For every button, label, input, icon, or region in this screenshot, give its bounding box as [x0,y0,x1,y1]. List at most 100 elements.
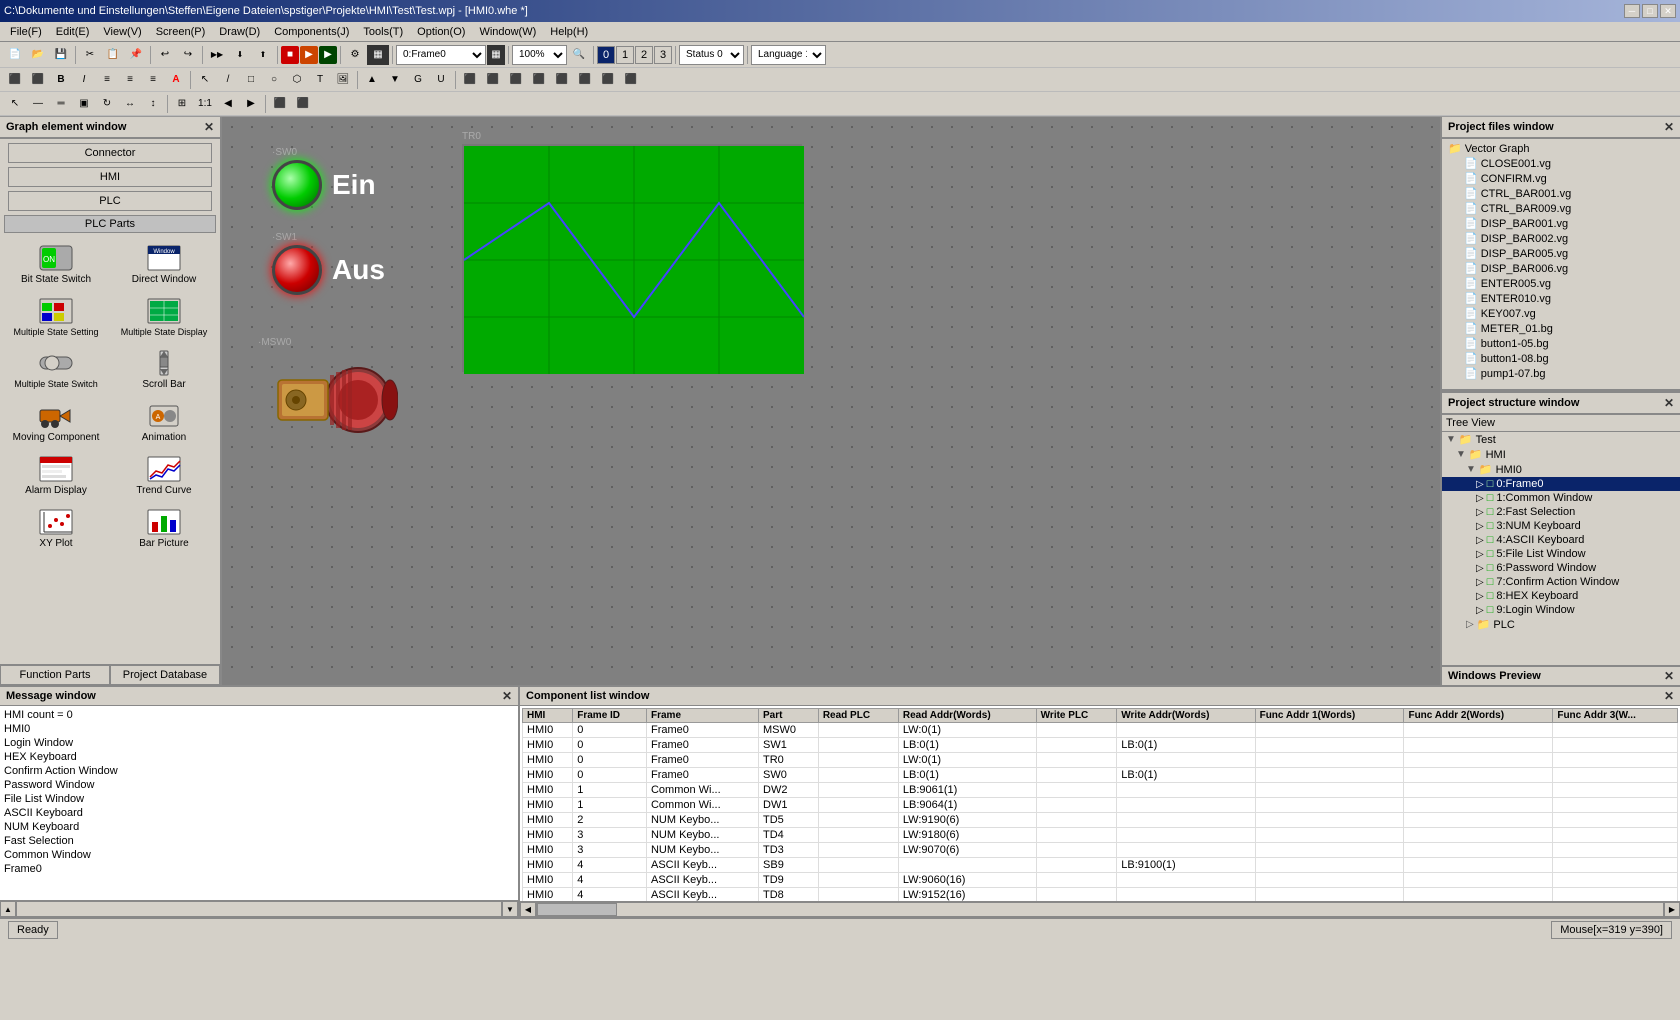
component-window-close[interactable]: ✕ [1664,689,1674,703]
simulate-btn[interactable]: ■ [281,46,299,64]
pointer-btn[interactable]: ↖ [4,94,26,114]
table-row[interactable]: HMI01Common Wi...DW1LB:9064(1) [523,798,1678,813]
draw-polygon[interactable]: ⬡ [286,70,308,90]
zoom-fit-btn[interactable]: ⊞ [171,94,193,114]
component-window-content[interactable]: HMI Frame ID Frame Part Read PLC Read Ad… [520,706,1680,901]
tree-test[interactable]: ▼ 📁 Test [1442,432,1680,447]
draw-image[interactable]: 🖼 [332,70,354,90]
part-trend-curve[interactable]: Trend Curve [112,450,216,499]
file-item[interactable]: 📄 KEY007.vg [1444,306,1678,321]
part-bar-picture[interactable]: Bar Picture [112,503,216,552]
tr0-element[interactable]: TR0 [462,131,802,372]
connector-btn[interactable]: Connector [8,143,212,163]
frame-settings-btn[interactable]: ▦ [487,45,505,65]
grid-btn[interactable]: ▦ [367,45,389,65]
file-item[interactable]: 📄 button1-05.bg [1444,336,1678,351]
copy-btn[interactable]: 📋 [102,45,124,65]
file-item[interactable]: 📄 CTRL_BAR009.vg [1444,201,1678,216]
menu-components[interactable]: Components(J) [268,22,355,41]
draw-rect[interactable]: □ [240,70,262,90]
align-top-btn[interactable]: ⬛ [459,70,481,90]
align-v-center[interactable]: ⬛ [505,70,527,90]
part-moving-component[interactable]: Moving Component [4,397,108,446]
tree-root-vg[interactable]: 📁 Vector Graph [1444,141,1678,156]
settings-btn[interactable]: ⚙ [344,45,366,65]
italic-btn[interactable]: I [73,70,95,90]
align-left-btn[interactable]: ⬛ [4,70,26,90]
file-item[interactable]: 📄 DISP_BAR005.vg [1444,246,1678,261]
file-item[interactable]: 📄 ENTER010.vg [1444,291,1678,306]
distribute-v[interactable]: ⬛ [574,70,596,90]
zoom-in-btn[interactable]: 🔍 [568,45,590,65]
text-align-left[interactable]: ≡ [96,70,118,90]
sw0-led[interactable] [272,160,322,210]
line-type-btn[interactable]: — [27,94,49,114]
menu-draw[interactable]: Draw(D) [213,22,266,41]
tree-hmi[interactable]: ▼ 📁 HMI [1442,447,1680,462]
page-2-btn[interactable]: 2 [635,46,653,64]
file-item[interactable]: 📄 CONFIRM.vg [1444,171,1678,186]
canvas-area[interactable]: ·SW0 Ein ·SW1 Aus ·MSW0 [222,117,1440,685]
menu-window[interactable]: Window(W) [473,22,542,41]
zoom-dropdown[interactable]: 100% [512,45,567,65]
table-row[interactable]: HMI04ASCII Keyb...TD8LW:9152(16) [523,888,1678,902]
function-parts-tab[interactable]: Function Parts [0,665,110,685]
align-center-btn[interactable]: ⬛ [27,70,49,90]
distribute-h[interactable]: ⬛ [551,70,573,90]
comp-scroll-left[interactable]: ◀ [520,902,536,917]
part-bit-state-switch[interactable]: ON Bit State Switch [4,239,108,288]
part-multi-state-setting[interactable]: Multiple State Setting [4,292,108,340]
msg-scroll-down[interactable]: ▼ [502,901,518,917]
windows-preview-close[interactable]: ✕ [1664,669,1674,683]
draw-line[interactable]: / [217,70,239,90]
part-multi-state-display[interactable]: Multiple State Display [112,292,216,340]
graph-window-close[interactable]: ✕ [204,120,214,134]
flip-v-btn[interactable]: ↕ [142,94,164,114]
table-row[interactable]: HMI00Frame0SW0LB:0(1)LB:0(1) [523,768,1678,783]
file-item[interactable]: 📄 DISP_BAR006.vg [1444,261,1678,276]
menu-help[interactable]: Help(H) [544,22,594,41]
part-xy-plot[interactable]: XY Plot [4,503,108,552]
menu-edit[interactable]: Edit(E) [50,22,96,41]
sw1-led[interactable] [272,245,322,295]
table-row[interactable]: HMI03NUM Keybo...TD4LW:9180(6) [523,828,1678,843]
project-files-close[interactable]: ✕ [1664,120,1674,134]
arrange-front[interactable]: ▲ [361,70,383,90]
text-align-center[interactable]: ≡ [119,70,141,90]
status-dropdown[interactable]: Status 0 [679,45,744,65]
open-btn[interactable]: 📂 [27,45,49,65]
sw1-element[interactable]: ·SW1 Aus [272,232,385,295]
msw0-element[interactable]: ·MSW0 [258,337,398,453]
tree-password-window[interactable]: ▷ □ 6:Password Window [1442,561,1680,575]
table-row[interactable]: HMI03NUM Keybo...TD3LW:9070(6) [523,843,1678,858]
redo-btn[interactable]: ↪ [177,45,199,65]
part-multi-state-switch[interactable]: Multiple State Switch [4,344,108,393]
file-item[interactable]: 📄 CLOSE001.vg [1444,156,1678,171]
table-row[interactable]: HMI01Common Wi...DW2LB:9061(1) [523,783,1678,798]
comp-hscrollbar[interactable] [536,902,1664,917]
table-row[interactable]: HMI00Frame0MSW0LW:0(1) [523,723,1678,738]
comp-scroll-right[interactable]: ▶ [1664,902,1680,917]
panel-scroll[interactable]: Connector HMI PLC PLC Parts ON Bit State [0,139,220,664]
sw0-element[interactable]: ·SW0 Ein [272,147,376,210]
message-window-content[interactable]: HMI count = 0 HMI0 Login Window HEX Keyb… [0,706,518,900]
upload-btn[interactable]: ⬆ [252,45,274,65]
align-bottom-btn[interactable]: ⬛ [482,70,504,90]
menu-screen[interactable]: Screen(P) [150,22,212,41]
menu-option[interactable]: Option(O) [411,22,471,41]
tree-hmi0[interactable]: ▼ 📁 HMI0 [1442,462,1680,477]
tree-confirm-window[interactable]: ▷ □ 7:Confirm Action Window [1442,575,1680,589]
cut-btn[interactable]: ✂ [79,45,101,65]
paste-btn[interactable]: 📌 [125,45,147,65]
group-btn[interactable]: G [407,70,429,90]
part-direct-window[interactable]: Window Direct Window [112,239,216,288]
comp-hscroll-thumb[interactable] [537,903,617,916]
next-page[interactable]: ▶ [240,94,262,114]
zoom-100-btn[interactable]: 1:1 [194,94,216,114]
tab-order-btn[interactable]: ⬛ [269,94,291,114]
compile-btn[interactable]: ▶▶ [206,45,228,65]
page-0-btn[interactable]: 0 [597,46,615,64]
msg-scroll-up[interactable]: ▲ [0,901,16,917]
draw-circle[interactable]: ○ [263,70,285,90]
project-structure-close[interactable]: ✕ [1664,396,1674,410]
